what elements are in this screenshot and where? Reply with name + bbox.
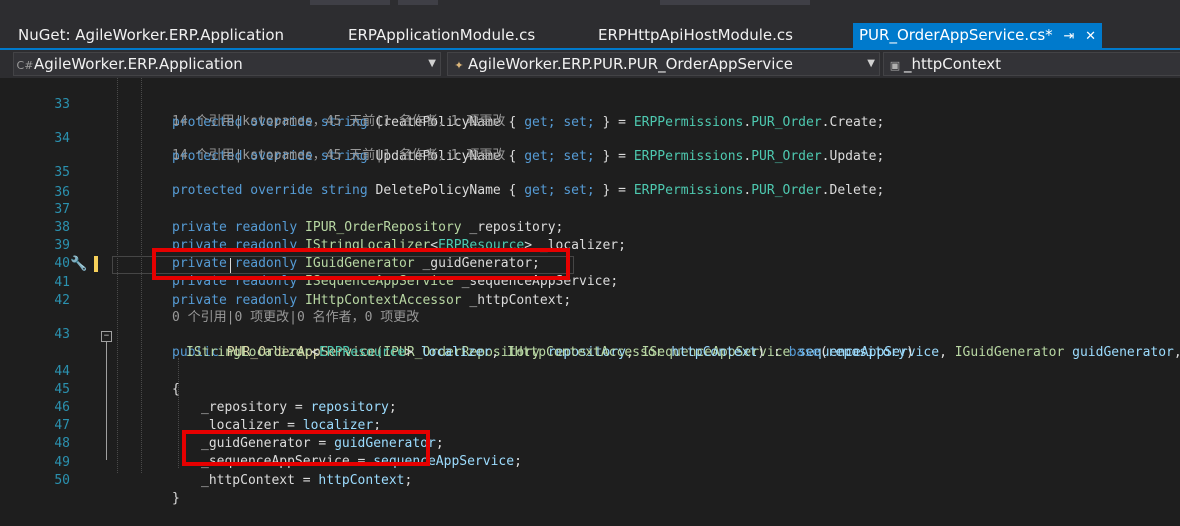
- csharp-project-icon: C#: [16, 59, 34, 72]
- code-line-38: 38 private readonly IStringLocalizer<ERP…: [0, 201, 1180, 253]
- annotation-box-field: [152, 248, 570, 280]
- code-editor[interactable]: − 🔧 33 protected override string CreateP…: [0, 78, 1180, 506]
- code-line-47: 47 _guidGenerator = guidGenerator;: [0, 399, 1180, 451]
- member-label: _httpContext: [904, 55, 1002, 73]
- document-tab-bar: NuGet: AgileWorker.ERP.Application ERPAp…: [0, 20, 1180, 48]
- code-line-34: 34 protected override string UpdatePolic…: [0, 112, 1180, 164]
- code-line-46: 46 _localizer = localizer;: [0, 381, 1180, 433]
- code-line-44: 44 {: [0, 345, 1180, 397]
- line-number: 50: [54, 473, 70, 488]
- strip-segment: [398, 0, 438, 5]
- tab-nuget[interactable]: NuGet: AgileWorker.ERP.Application: [18, 23, 284, 48]
- project-dropdown[interactable]: C#AgileWorker.ERP.Application ▼: [13, 52, 441, 76]
- code-line-33: 33 protected override string CreatePolic…: [0, 78, 1180, 130]
- tab-label: PUR_OrderAppService.cs*: [859, 26, 1053, 44]
- tab-erp-httpapihost-module[interactable]: ERPHttpApiHostModule.cs: [598, 23, 793, 48]
- tab-erp-application-module[interactable]: ERPApplicationModule.cs: [348, 23, 535, 48]
- codelens-line[interactable]: 14 个引用|kstopames，45 天前|1 名作者，1 项更改: [0, 95, 1180, 129]
- class-label: AgileWorker.ERP.PUR.PUR_OrderAppService: [468, 55, 793, 73]
- class-icon: ✦: [454, 59, 464, 72]
- member-dropdown[interactable]: ▣ _httpContext: [883, 52, 1180, 76]
- code-line-49: 49 _httpContext = httpContext;: [0, 436, 1180, 488]
- code-text: _httpContext = httpContext;: [201, 473, 413, 488]
- chevron-down-icon: ▼: [867, 58, 875, 69]
- code-text: }: [172, 491, 180, 506]
- tab-label: NuGet: AgileWorker.ERP.Application: [18, 26, 285, 44]
- code-line-48: 48 _sequenceAppService = sequenceAppServ…: [0, 417, 1180, 469]
- tab-label: ERPHttpApiHostModule.cs: [598, 26, 793, 44]
- code-line-36: 36: [0, 166, 1180, 200]
- code-line-45: 45 _repository = repository;: [0, 363, 1180, 415]
- strip-segment: [660, 0, 810, 5]
- tab-pur-order-app-service[interactable]: PUR_OrderAppService.cs* ⇥ ✕: [853, 23, 1103, 48]
- codelens-line[interactable]: 14 个引用|kstopames，45 天前|1 名作者，1 项更改: [0, 129, 1180, 163]
- code-line-39: 39 private readonly IGuidGenerator _guid…: [0, 219, 1180, 271]
- private-field-icon: ▣: [889, 59, 901, 72]
- code-line-43: 43 public PUR_OrderAppService(IPUR_Order…: [0, 308, 1180, 360]
- code-line-50: 50 }: [0, 454, 1180, 506]
- pin-icon[interactable]: ⇥: [1063, 29, 1074, 44]
- codelens-line[interactable]: 0 个引用|0 项更改|0 名作者，0 项更改: [0, 291, 1180, 325]
- close-icon[interactable]: ✕: [1085, 29, 1096, 44]
- title-strip: [0, 0, 1180, 20]
- strip-segment: [310, 0, 390, 5]
- chevron-down-icon: ▼: [428, 58, 436, 69]
- navigation-bar: C#AgileWorker.ERP.Application ▼ ✦ AgileWo…: [0, 50, 1180, 78]
- class-dropdown[interactable]: ✦ AgileWorker.ERP.PUR.PUR_OrderAppService…: [447, 52, 880, 76]
- annotation-box-assignment: [182, 430, 430, 466]
- code-line-35: 35 protected override string DeletePolic…: [0, 146, 1180, 198]
- tab-label: ERPApplicationModule.cs: [348, 26, 536, 44]
- project-label: AgileWorker.ERP.Application: [34, 55, 243, 73]
- code-line-37: 37 private readonly IPUR_OrderRepository…: [0, 183, 1180, 235]
- code-line-43-continued: IStringLocalizer<ERPResource> localizer,…: [0, 326, 1180, 360]
